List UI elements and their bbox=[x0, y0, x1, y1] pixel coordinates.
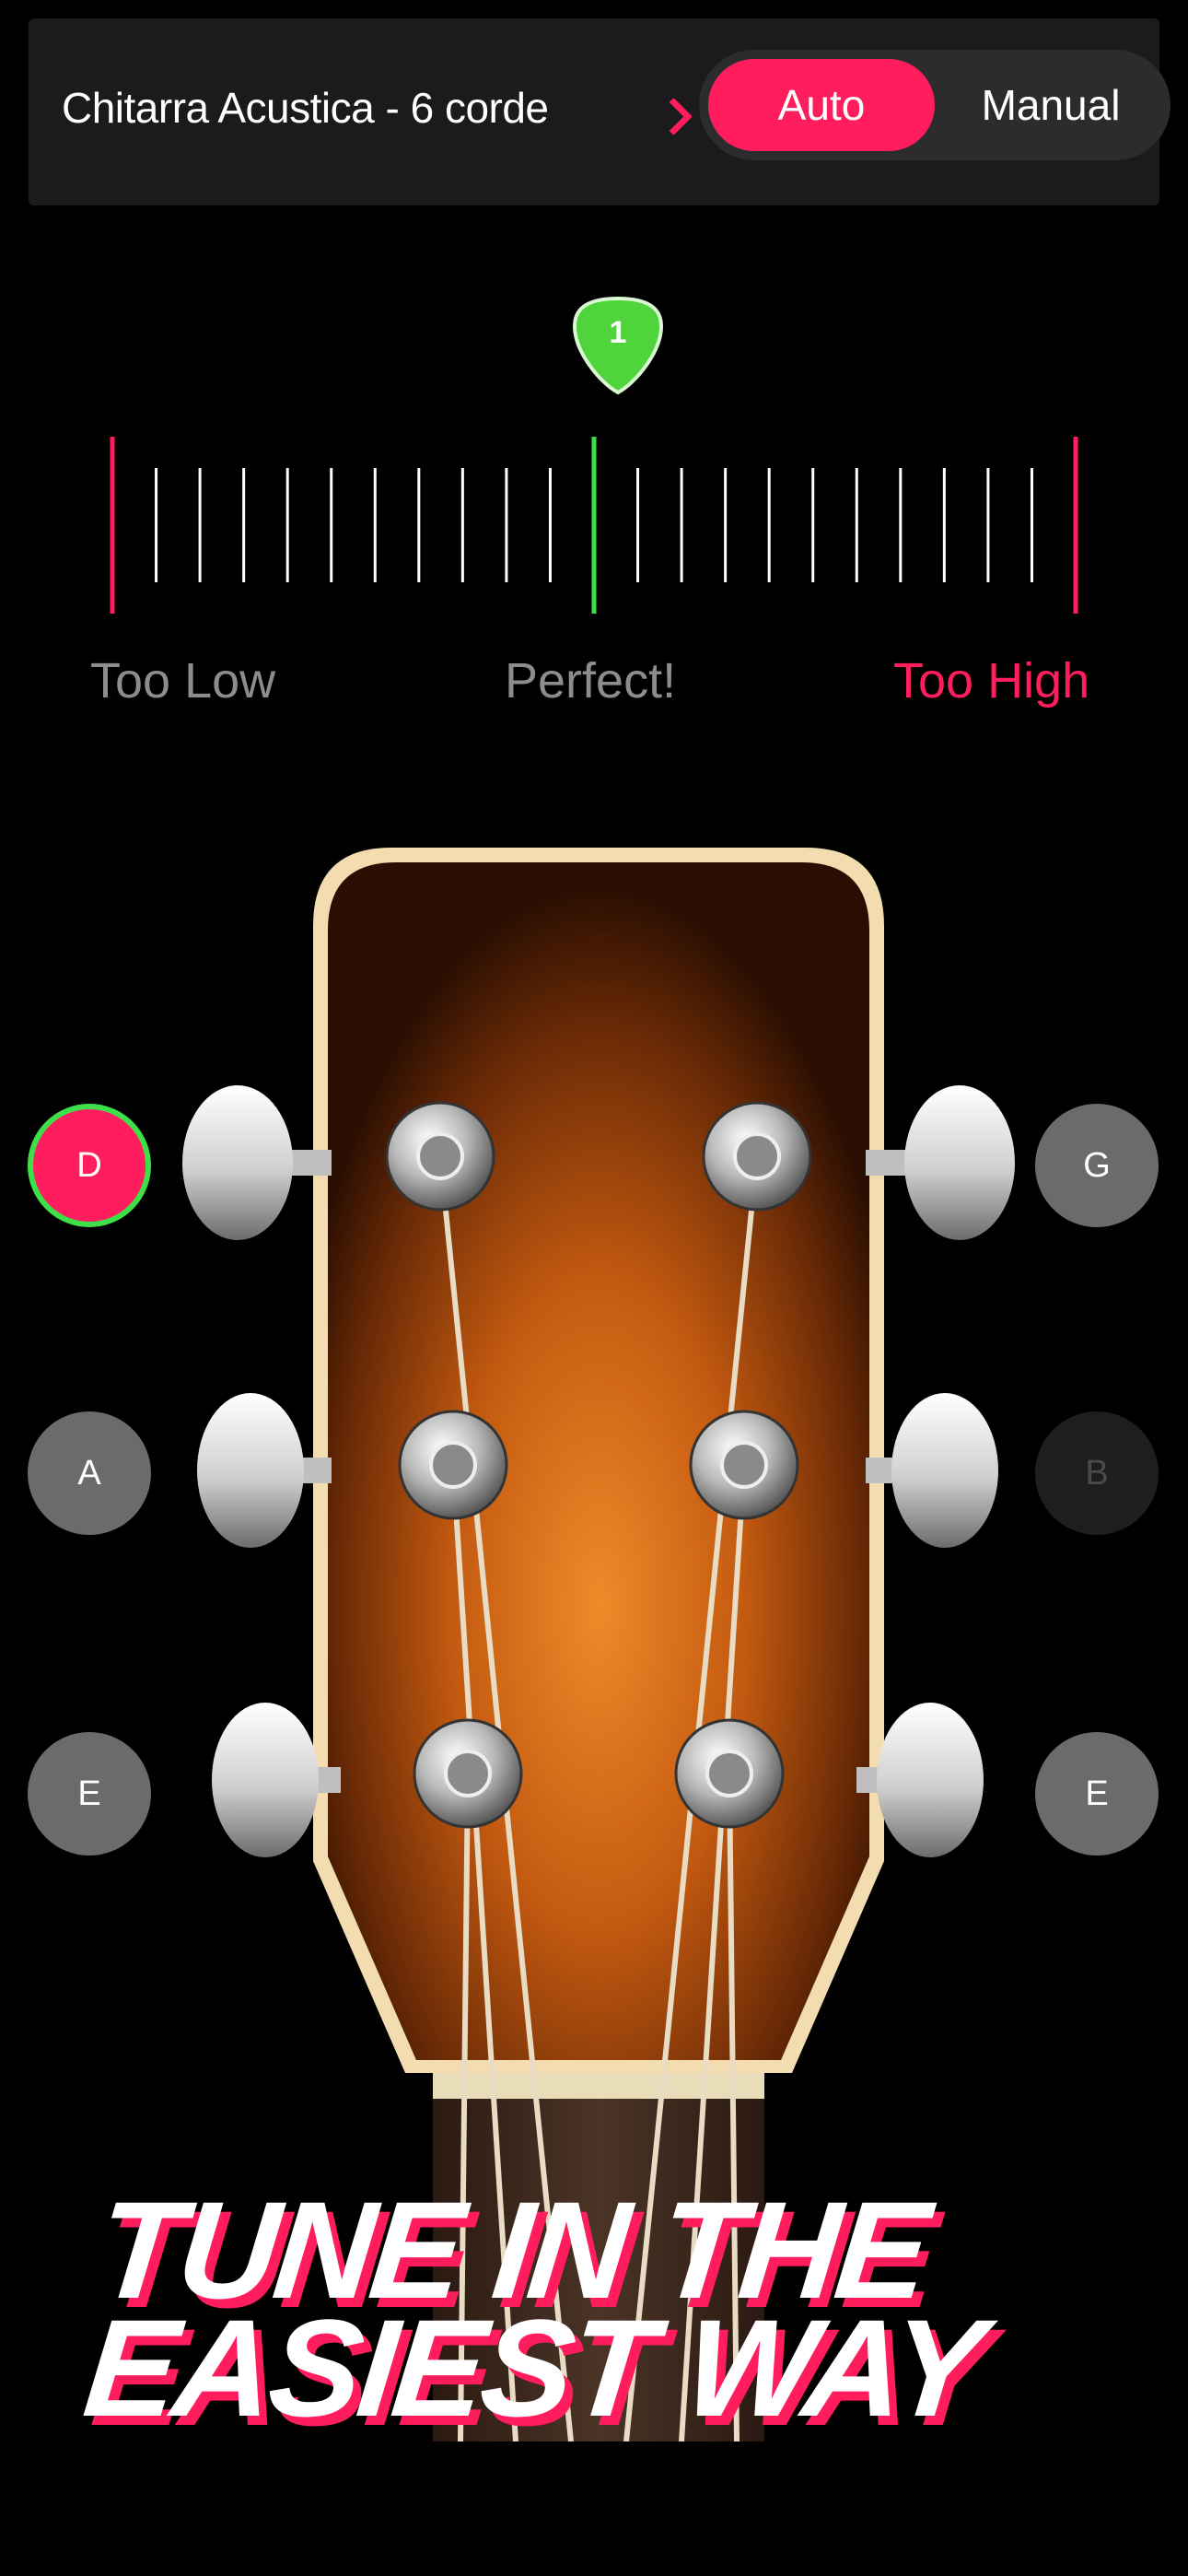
perfect-label: Perfect! bbox=[505, 653, 677, 708]
string-button-d[interactable]: D bbox=[28, 1104, 151, 1227]
string-button-b[interactable]: B bbox=[1035, 1411, 1159, 1535]
chevron-right-icon[interactable] bbox=[654, 97, 693, 136]
instrument-selector[interactable]: Chitarra Acustica - 6 corde bbox=[62, 83, 549, 133]
tuning-meter bbox=[110, 437, 1078, 614]
mode-auto-button[interactable]: Auto bbox=[708, 59, 935, 151]
top-bar: Chitarra Acustica - 6 corde Auto Manual bbox=[29, 18, 1171, 205]
mode-toggle: Auto Manual bbox=[699, 50, 1171, 160]
string-button-g[interactable]: G bbox=[1035, 1104, 1159, 1227]
string-button-a[interactable]: A bbox=[28, 1411, 151, 1535]
headline-line-2: EASIEST WAY bbox=[77, 2290, 988, 2445]
too-high-label: Too High bbox=[893, 653, 1090, 708]
string-button-low-e[interactable]: E bbox=[28, 1732, 151, 1856]
promo-headline: TUNE IN THE EASIEST WAY bbox=[77, 2172, 1164, 2445]
mode-manual-button[interactable]: Manual bbox=[940, 59, 1161, 151]
too-low-label: Too Low bbox=[90, 653, 276, 708]
string-number: 1 bbox=[609, 315, 627, 350]
string-button-high-e[interactable]: E bbox=[1035, 1732, 1159, 1856]
